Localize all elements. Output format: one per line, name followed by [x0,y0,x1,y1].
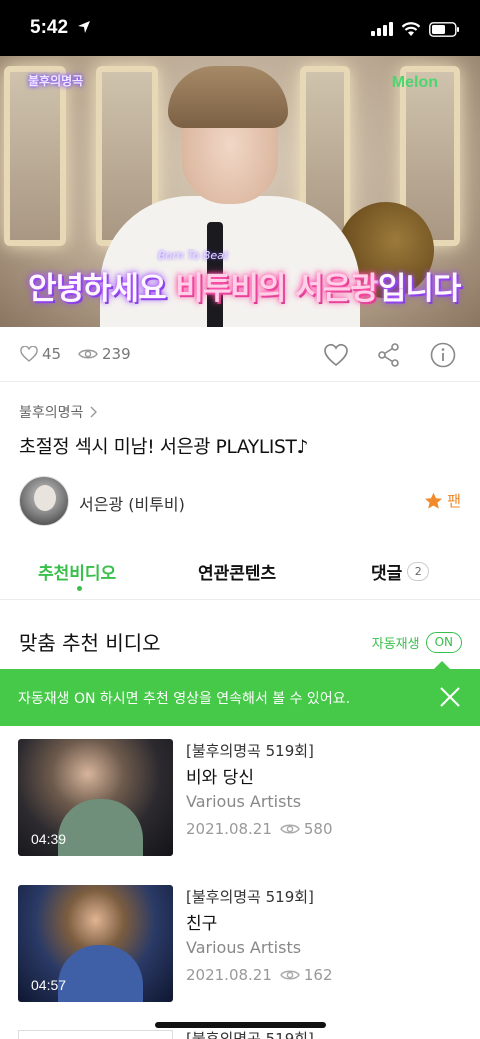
item-meta: 2021.08.21 580 [186,820,333,838]
item-views: 580 [280,820,333,838]
duration-label: 04:39 [31,831,67,847]
eye-icon [280,970,300,980]
thumbnail-figure [58,799,143,856]
item-view-count: 162 [303,966,333,984]
artist-name[interactable]: 서은광 (비투비) [79,491,185,515]
item-program: [불후의명곡 519회] [186,1030,314,1039]
item-artist: Various Artists [186,938,302,957]
item-meta: 2021.08.21 162 [186,966,333,984]
video-caption-part: 안녕하세요 [28,271,176,307]
artist-avatar[interactable] [19,476,69,526]
program-logo: 불후의명곡 [28,74,84,88]
video-caption-highlight: 비투비의 서은광 [175,271,378,307]
video-title: 초절정 섹시 미남! 서은광 PLAYLIST♪ [19,437,308,458]
tab-related-content[interactable]: 연관콘텐츠 [198,559,276,584]
wifi-icon [401,21,421,36]
video-person-hair [168,66,288,128]
info-icon[interactable] [429,341,457,369]
battery-icon [429,21,459,37]
video-background-mirror [4,66,66,246]
duration-label: 04:57 [31,977,67,993]
status-bar: 5:42 [0,0,480,56]
heart-small-icon [20,346,38,362]
item-program: [불후의명곡 519회] [186,888,314,906]
video-caption-small: Born To Beat [158,249,229,262]
item-title: 친구 [186,914,218,934]
status-indicators [371,19,460,39]
tab-recommended-video[interactable]: 추천비디오 [38,559,116,584]
eye-icon [280,824,300,834]
share-icon[interactable] [375,341,403,369]
list-item[interactable]: 04:39 [불후의명곡 519회] 비와 당신 Various Artists… [0,739,480,859]
melon-logo: Melon [391,74,438,91]
autoplay-tooltip: 자동재생 ON 하시면 추천 영상을 연속해서 볼 수 있어요. [0,661,480,726]
item-views: 162 [280,966,333,984]
fan-button[interactable]: 팬 [424,490,461,511]
tooltip-text: 자동재생 ON 하시면 추천 영상을 연속해서 볼 수 있어요. [18,691,351,707]
thumbnail-figure [58,945,143,1002]
like-count-value: 45 [42,345,62,363]
video-thumbnail[interactable] [18,1030,173,1039]
list-item[interactable]: 04:57 [불후의명곡 519회] 친구 Various Artists 20… [0,885,480,1005]
chevron-right-icon [90,406,98,418]
item-date: 2021.08.21 [186,966,272,984]
active-tab-indicator [77,586,82,591]
video-player[interactable]: 불후의명곡 Melon Born To Beat 안녕하세요 비투비의 서은광입… [0,56,480,327]
tab-comments-label: 댓글 [371,564,403,584]
item-title: 비와 당신 [186,768,254,788]
program-link[interactable]: 불후의명곡 [19,402,98,422]
item-artist: Various Artists [186,792,302,811]
autoplay-control[interactable]: 자동재생 ON [372,632,462,653]
fan-label: 팬 [447,492,461,510]
eye-icon [78,349,98,359]
view-count-value: 239 [102,345,131,363]
item-date: 2021.08.21 [186,820,272,838]
like-count: 45 [20,345,61,363]
home-indicator[interactable] [155,1022,326,1028]
item-view-count: 580 [303,820,333,838]
video-caption-part: 입니다 [377,271,462,307]
signal-icon [371,22,393,36]
location-arrow-icon [78,21,90,33]
tooltip-arrow [434,661,450,669]
status-time: 5:42 [30,17,69,38]
star-icon [425,492,443,509]
stats-row: 45 239 [0,327,480,382]
video-caption: 안녕하세요 비투비의 서은광입니다 [28,263,462,308]
close-icon[interactable] [438,685,462,709]
comment-count-badge: 2 [407,562,430,581]
program-name: 불후의명곡 [19,405,84,421]
video-thumbnail[interactable]: 04:57 [18,885,173,1002]
content-tabs: 추천비디오 연관콘텐츠 댓글 2 [0,548,480,600]
tab-comments[interactable]: 댓글 2 [371,559,430,584]
item-program: [불후의명곡 519회] [186,742,314,760]
view-count: 239 [78,345,131,363]
autoplay-toggle[interactable]: ON [425,632,462,653]
like-heart-icon[interactable] [322,341,350,369]
video-thumbnail[interactable]: 04:39 [18,739,173,856]
list-item[interactable]: [불후의명곡 519회] [0,1030,480,1039]
section-title: 맞춤 추천 비디오 [19,631,161,655]
autoplay-label: 자동재생 [371,637,420,652]
